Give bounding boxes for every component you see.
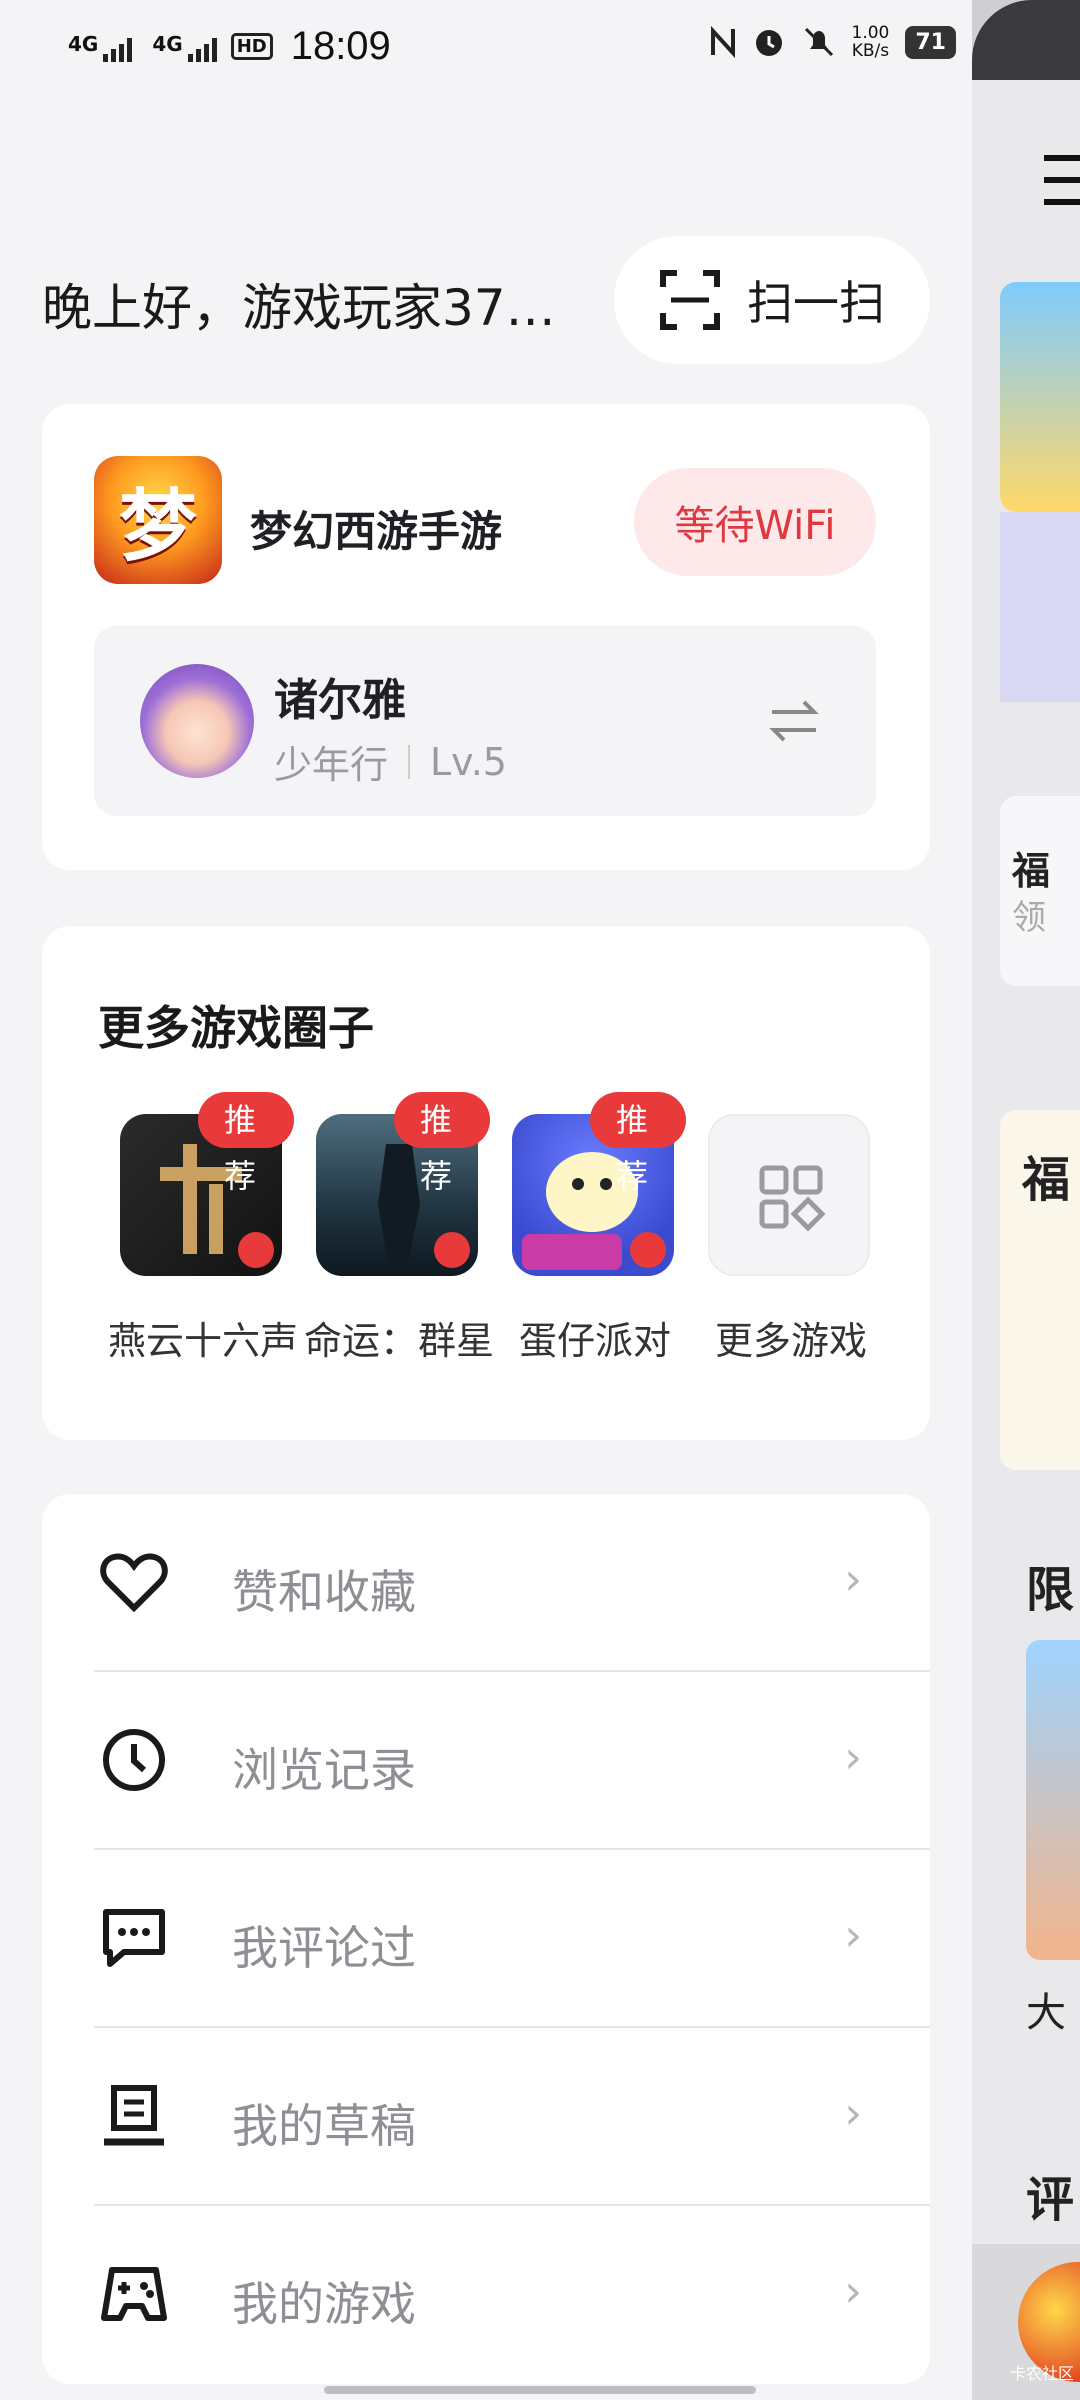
scan-icon [660,270,720,330]
more-games-icon [708,1114,870,1276]
home-indicator[interactable] [324,2386,756,2394]
menu-item-comments[interactable]: 我评论过 › [42,1850,930,2028]
scan-label: 扫一扫 [747,276,885,330]
switch-icon[interactable] [768,698,820,744]
avatar [140,664,254,778]
chevron-right-icon: › [844,1554,862,1605]
profile-drawer: 4G 4G HD 18:09 1.00 KB/s 71 晚上好，游戏玩家37… … [0,0,972,2400]
circle-label: 蛋仔派对 [518,1319,671,1363]
role-box[interactable]: 诸尔雅 少年行 Lv.5 [94,626,876,816]
game-name[interactable]: 梦幻西游手游 [250,498,502,559]
status-bar: 4G 4G HD 18:09 1.00 KB/s 71 [0,0,972,96]
menu-item-history[interactable]: 浏览记录 › [42,1672,930,1850]
chevron-right-icon: › [844,2088,862,2139]
server-name: 少年行 [274,743,389,787]
signal-icon: 4G [68,32,133,62]
role-name: 诸尔雅 [274,675,406,726]
game-circles-card: 更多游戏圈子 推荐 燕云十六声 推荐 命运：群星 推荐 蛋仔派对 更多游戏 [42,926,930,1440]
recommend-badge: 推荐 [198,1092,294,1195]
circle-label: 更多游戏 [714,1319,867,1363]
chevron-right-icon: › [844,2266,862,2317]
promo-thumbnail [1026,1640,1080,1960]
role-level: Lv.5 [430,739,507,784]
menu-item-drafts[interactable]: 我的草稿 › [42,2028,930,2206]
menu-card: 赞和收藏 › 浏览记录 › 我评论过 › 我的草稿 › 我的游戏 › [42,1494,930,2384]
draft-icon [104,2085,164,2146]
menu-item-games[interactable]: 我的游戏 › [42,2206,930,2384]
mute-icon [804,27,833,57]
greeting-text: 晚上好，游戏玩家37… [42,279,556,337]
section-title: 更多游戏圈子 [98,1001,374,1055]
recommend-badge: 推荐 [394,1092,490,1195]
nfc-icon [710,25,735,59]
battery-indicator: 71 [905,25,956,59]
game-icon[interactable]: 梦 [94,456,222,584]
menu-item-likes[interactable]: 赞和收藏 › [42,1494,930,1672]
clock-icon [103,1729,165,1791]
chevron-right-icon: › [844,1732,862,1783]
clock-time: 18:09 [290,24,391,68]
recommend-badge: 推荐 [590,1092,686,1195]
heart-icon [100,1553,168,1613]
circle-item-eggy[interactable]: 推荐 蛋仔派对 [490,1092,686,1374]
hd-badge: HD [230,33,273,60]
comment-icon [103,1909,165,1967]
banner-thumbnail [1000,282,1080,512]
background-page-peek[interactable]: 福 领 福 限 大 评 卡农社区 [972,0,1080,2400]
circle-item-more[interactable]: 更多游戏 [686,1114,882,1374]
role-meta: 少年行 Lv.5 [274,734,507,789]
circle-item-destiny[interactable]: 推荐 命运：群星 [294,1092,494,1374]
chevron-right-icon: › [844,1910,862,1961]
circle-label: 燕云十六声 [107,1319,298,1363]
game-card: 梦 梦幻西游手游 等待WiFi 诸尔雅 少年行 Lv.5 [42,404,930,870]
circle-item-yanyun[interactable]: 推荐 燕云十六声 [98,1092,298,1374]
alarm-icon [755,30,782,56]
gamepad-icon [101,2267,167,2321]
scan-button[interactable]: 扫一扫 [614,236,930,364]
signal-icon-2: 4G [152,32,217,62]
wait-wifi-button[interactable]: 等待WiFi [634,468,876,576]
menu-icon[interactable] [1044,150,1080,210]
net-speed: 1.00 KB/s [851,23,890,61]
circle-label: 命运：群星 [303,1319,494,1363]
